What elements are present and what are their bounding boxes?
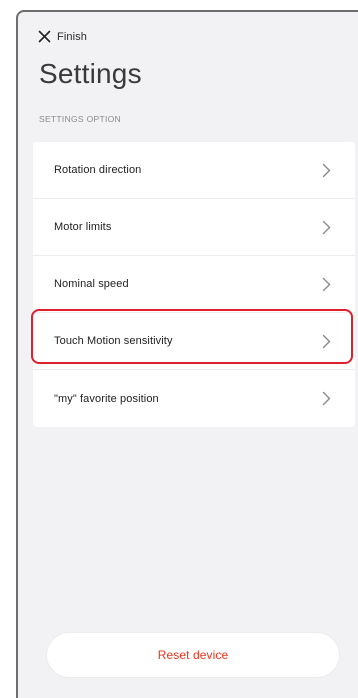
settings-item-label: Nominal speed	[54, 278, 129, 290]
settings-item-rotation-direction[interactable]: Rotation direction	[33, 142, 355, 199]
settings-list: Rotation direction Motor limits Nominal …	[33, 142, 355, 427]
chevron-right-icon	[322, 334, 331, 348]
finish-button[interactable]: Finish	[38, 30, 87, 43]
settings-item-motor-limits[interactable]: Motor limits	[33, 199, 355, 256]
chevron-right-icon	[322, 220, 331, 234]
settings-item-label: Rotation direction	[54, 164, 142, 176]
settings-item-label: "my" favorite position	[54, 392, 159, 405]
settings-item-favorite-position[interactable]: "my" favorite position	[33, 370, 355, 427]
chevron-right-icon	[322, 277, 331, 291]
settings-item-label: Touch Motion sensitivity	[54, 335, 173, 347]
page-title: Settings	[39, 58, 142, 89]
section-header: SETTINGS OPTION	[39, 114, 121, 124]
chevron-right-icon	[322, 163, 331, 177]
finish-label: Finish	[57, 30, 87, 43]
reset-device-label: Reset device	[157, 648, 229, 662]
settings-item-touch-motion-sensitivity[interactable]: Touch Motion sensitivity	[33, 313, 355, 370]
close-icon	[38, 30, 51, 43]
chevron-right-icon	[322, 391, 331, 406]
settings-item-nominal-speed[interactable]: Nominal speed	[33, 256, 355, 313]
settings-item-label: Motor limits	[54, 221, 112, 233]
reset-device-button[interactable]: Reset device	[46, 632, 340, 678]
phone-screen: Finish Settings SETTINGS OPTION Rotation…	[16, 10, 358, 698]
